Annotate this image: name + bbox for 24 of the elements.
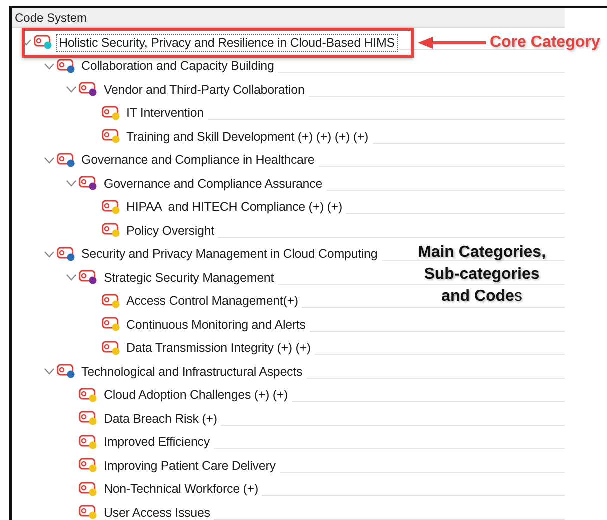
tree-item[interactable]: Training and Skill Development (+) (+) (+) (+) <box>124 128 372 146</box>
tree-item[interactable]: Policy Oversight <box>124 222 218 240</box>
tree-item[interactable]: Collaboration and Capacity Building <box>78 57 278 76</box>
callout-label: Core Category <box>490 34 600 52</box>
tree-item[interactable]: Technological and Infrastructural Aspects <box>78 362 306 381</box>
tree-item[interactable]: Improved Efficiency <box>101 433 213 452</box>
tree-item[interactable]: Continuous Monitoring and Alerts <box>124 316 309 334</box>
tree-item[interactable]: Strategic Security Management <box>101 268 278 287</box>
tree-item[interactable]: User Access Issues <box>101 504 214 520</box>
tree-item[interactable]: Governance and Compliance Assurance <box>101 174 326 193</box>
tree-item[interactable]: IT Intervention <box>124 104 207 122</box>
tree-item[interactable]: Vendor and Third-Party Collaboration <box>101 80 308 99</box>
panel-title: Code System <box>12 8 565 28</box>
tree-item[interactable]: Cloud Adoption Challenges (+) (+) <box>101 386 292 404</box>
tree-item[interactable]: HIPAA and HITECH Compliance (+) (+) <box>124 198 346 216</box>
tree-item[interactable]: Data Breach Risk (+) <box>101 410 220 428</box>
tree-item[interactable]: Non-Technical Workforce (+) <box>101 480 262 498</box>
tree-item[interactable]: Holistic Security, Privacy and Resilience in Cloud-Based HIMS <box>56 34 398 52</box>
tree-item[interactable]: Security and Privacy Management in Cloud Computing <box>78 245 381 264</box>
tree-item[interactable]: Access Control Management(+) <box>124 292 302 310</box>
tree-item[interactable]: Governance and Compliance in Healthcare <box>78 151 318 170</box>
tree-item[interactable]: Data Transmission Integrity (+) (+) <box>124 339 314 358</box>
annotation-note: Main Categories, Sub-categories and Codes <box>416 243 548 307</box>
tree-item[interactable]: Improving Patient Care Delivery <box>101 456 279 475</box>
